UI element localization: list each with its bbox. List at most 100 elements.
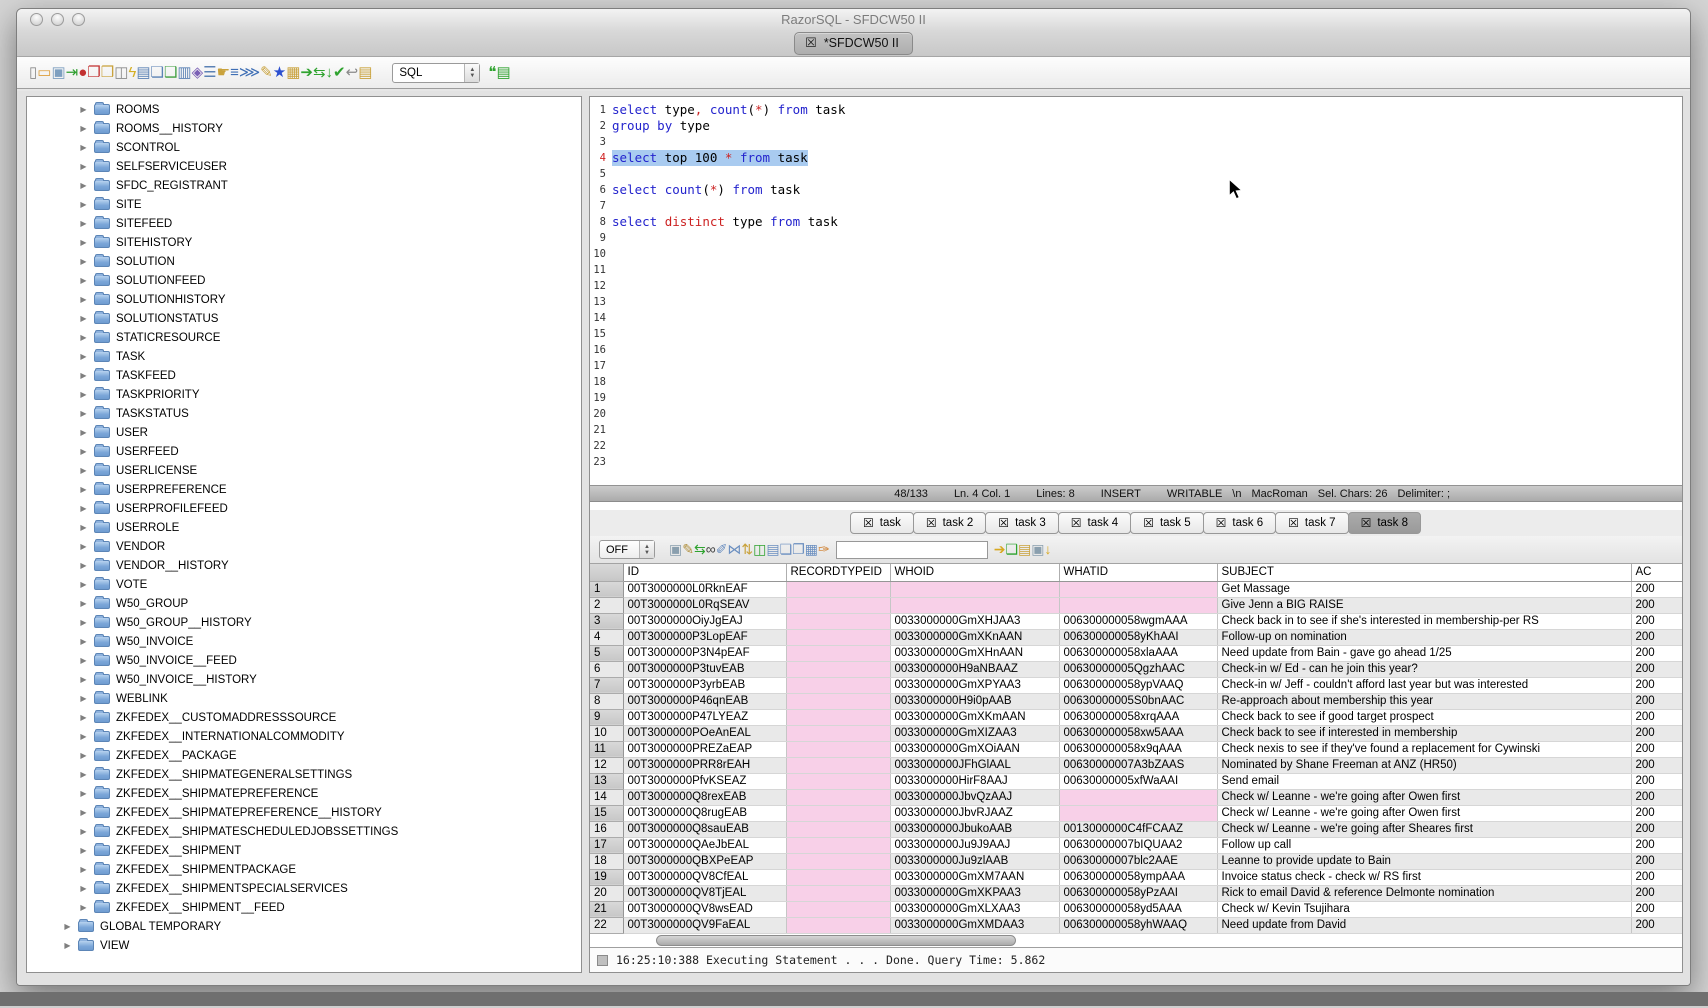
code-line[interactable]: 20 <box>590 406 1682 422</box>
tree-item[interactable]: ▶SFDC_REGISTRANT <box>27 176 581 195</box>
code-line[interactable]: 18 <box>590 374 1682 390</box>
code-line[interactable]: 11 <box>590 262 1682 278</box>
favorites-star-icon[interactable]: ★ <box>273 64 286 81</box>
cell-subject[interactable]: Check w/ Leanne - we're going after Owen… <box>1217 789 1631 805</box>
disclosure-triangle-icon[interactable]: ▶ <box>78 257 89 266</box>
tree-item[interactable]: ▶ZKFEDEX__SHIPMATESCHEDULEDJOBSSETTINGS <box>27 822 581 841</box>
code-line[interactable]: 17 <box>590 358 1682 374</box>
code-line[interactable]: 8select distinct type from task <box>590 214 1682 230</box>
code-line[interactable]: 19 <box>590 390 1682 406</box>
tree-item[interactable]: ▶SELFSERVICEUSER <box>27 157 581 176</box>
tree-item[interactable]: ▶VENDOR <box>27 537 581 556</box>
tree-item[interactable]: ▶ROOMS__HISTORY <box>27 119 581 138</box>
disclosure-triangle-icon[interactable]: ▶ <box>78 314 89 323</box>
cell-whoid[interactable] <box>890 581 1059 597</box>
tree-item[interactable]: ▶STATICRESOURCE <box>27 328 581 347</box>
save-all-icon[interactable]: ▣ <box>1031 541 1044 557</box>
cell-whatid[interactable]: 00630000007bIQUAA2 <box>1059 837 1217 853</box>
cell-recordtypeid[interactable] <box>786 917 890 933</box>
horizontal-scrollbar[interactable] <box>590 934 1682 948</box>
cell-recordtypeid[interactable] <box>786 837 890 853</box>
code-line[interactable]: 2group by type <box>590 118 1682 134</box>
cell-ac[interactable]: 200 <box>1631 757 1682 773</box>
result-tab[interactable]: ☒task 3 <box>985 512 1058 534</box>
code-line[interactable]: 14 <box>590 310 1682 326</box>
disclosure-triangle-icon[interactable]: ▶ <box>62 941 73 950</box>
tree-item[interactable]: ▶USERROLE <box>27 518 581 537</box>
tree-item[interactable]: ▶ZKFEDEX__CUSTOMADDRESSSOURCE <box>27 708 581 727</box>
tree-item[interactable]: ▶USERFEED <box>27 442 581 461</box>
disclosure-triangle-icon[interactable]: ▶ <box>78 409 89 418</box>
code-line[interactable]: 12 <box>590 278 1682 294</box>
open-folder-icon[interactable]: ▭ <box>37 64 51 81</box>
disclosure-triangle-icon[interactable]: ▶ <box>78 542 89 551</box>
cell-ac[interactable]: 200 <box>1631 581 1682 597</box>
cell-whatid[interactable]: 006300000058x9qAAA <box>1059 741 1217 757</box>
cell-subject[interactable]: Check w/ Leanne - we're going after Shea… <box>1217 821 1631 837</box>
cell-whoid[interactable]: 0033000000Ju9J9AAJ <box>890 837 1059 853</box>
cell-subject[interactable]: Follow up call <box>1217 837 1631 853</box>
code-line[interactable]: 3 <box>590 134 1682 150</box>
auto-refresh-select[interactable]: OFF ▲▼ <box>599 540 655 559</box>
cell-id[interactable]: 00T3000000QV9FaEAL <box>623 917 786 933</box>
log-page-icon[interactable]: ▤ <box>358 64 372 81</box>
cell-whoid[interactable]: 0033000000H9aNBAAZ <box>890 661 1059 677</box>
disclosure-triangle-icon[interactable]: ▶ <box>78 181 89 190</box>
tree-item[interactable]: ▶SOLUTION <box>27 252 581 271</box>
cell-recordtypeid[interactable] <box>786 901 890 917</box>
disclosure-triangle-icon[interactable]: ▶ <box>78 903 89 912</box>
tree-item[interactable]: ▶W50_INVOICE <box>27 632 581 651</box>
save-icon[interactable]: ▣ <box>51 64 65 81</box>
cell-subject[interactable]: Follow-up on nomination <box>1217 629 1631 645</box>
cell-whatid[interactable] <box>1059 597 1217 613</box>
cell-recordtypeid[interactable] <box>786 613 890 629</box>
import-table-icon[interactable]: ❑ <box>164 64 177 81</box>
cell-whatid[interactable]: 00630000005xfWaAAI <box>1059 773 1217 789</box>
commit-check-icon[interactable]: ✔ <box>333 64 346 81</box>
cell-whatid[interactable]: 00630000005S0bnAAC <box>1059 693 1217 709</box>
scrollbar-thumb[interactable] <box>656 935 1016 946</box>
cell-whatid[interactable]: 006300000058yPzAAI <box>1059 885 1217 901</box>
cell-subject[interactable]: Leanne to provide update to Bain <box>1217 853 1631 869</box>
cell-ac[interactable]: 200 <box>1631 869 1682 885</box>
cell-whoid[interactable]: 0033000000JbvQzAAJ <box>890 789 1059 805</box>
code-line[interactable]: 7 <box>590 198 1682 214</box>
column-header[interactable]: WHATID <box>1059 564 1217 581</box>
tree-item[interactable]: ▶TASKPRIORITY <box>27 385 581 404</box>
cell-id[interactable]: 00T3000000PfvKSEAZ <box>623 773 786 789</box>
cell-id[interactable]: 00T3000000POeAnEAL <box>623 725 786 741</box>
cell-ac[interactable]: 200 <box>1631 821 1682 837</box>
cell-ac[interactable]: 200 <box>1631 805 1682 821</box>
tab-close-icon[interactable]: ☒ <box>805 35 817 51</box>
result-tab[interactable]: ☒task <box>850 512 914 534</box>
code-line[interactable]: 16 <box>590 342 1682 358</box>
cell-recordtypeid[interactable] <box>786 853 890 869</box>
tab-close-icon[interactable]: ☒ <box>1361 516 1372 530</box>
cell-ac[interactable]: 200 <box>1631 661 1682 677</box>
tree-item[interactable]: ▶TASK <box>27 347 581 366</box>
code-line[interactable]: 13 <box>590 294 1682 310</box>
highlighter-icon[interactable]: ✑ <box>818 541 830 557</box>
tree-item[interactable]: ▶W50_GROUP <box>27 594 581 613</box>
panel-list-icon[interactable]: ▤ <box>766 541 779 557</box>
code-line[interactable]: 5 <box>590 166 1682 182</box>
cell-ac[interactable]: 200 <box>1631 917 1682 933</box>
cell-id[interactable]: 00T3000000L0RknEAF <box>623 581 786 597</box>
tree-item[interactable]: ▶ZKFEDEX__SHIPMENTPACKAGE <box>27 860 581 879</box>
import-connection-icon[interactable]: ⇥ <box>66 64 79 81</box>
cell-subject[interactable]: Send email <box>1217 773 1631 789</box>
tree-item[interactable]: ▶USERPROFILEFEED <box>27 499 581 518</box>
cell-subject[interactable]: Invoice status check - check w/ RS first <box>1217 869 1631 885</box>
cell-recordtypeid[interactable] <box>786 581 890 597</box>
cell-whatid[interactable] <box>1059 789 1217 805</box>
tab-close-icon[interactable]: ☒ <box>863 516 874 530</box>
tree-item[interactable]: ▶ZKFEDEX__SHIPMATEPREFERENCE__HISTORY <box>27 803 581 822</box>
cell-id[interactable]: 00T3000000Q8sauEAB <box>623 821 786 837</box>
cell-whatid[interactable]: 006300000058xw5AAA <box>1059 725 1217 741</box>
disclosure-triangle-icon[interactable]: ▶ <box>78 675 89 684</box>
cell-id[interactable]: 00T3000000QV8wsEAD <box>623 901 786 917</box>
step-down-icon[interactable]: ↓ <box>326 64 334 81</box>
cell-whoid[interactable]: 0033000000GmXKnAAN <box>890 629 1059 645</box>
cell-recordtypeid[interactable] <box>786 869 890 885</box>
cell-id[interactable]: 00T3000000P3yrbEAB <box>623 677 786 693</box>
